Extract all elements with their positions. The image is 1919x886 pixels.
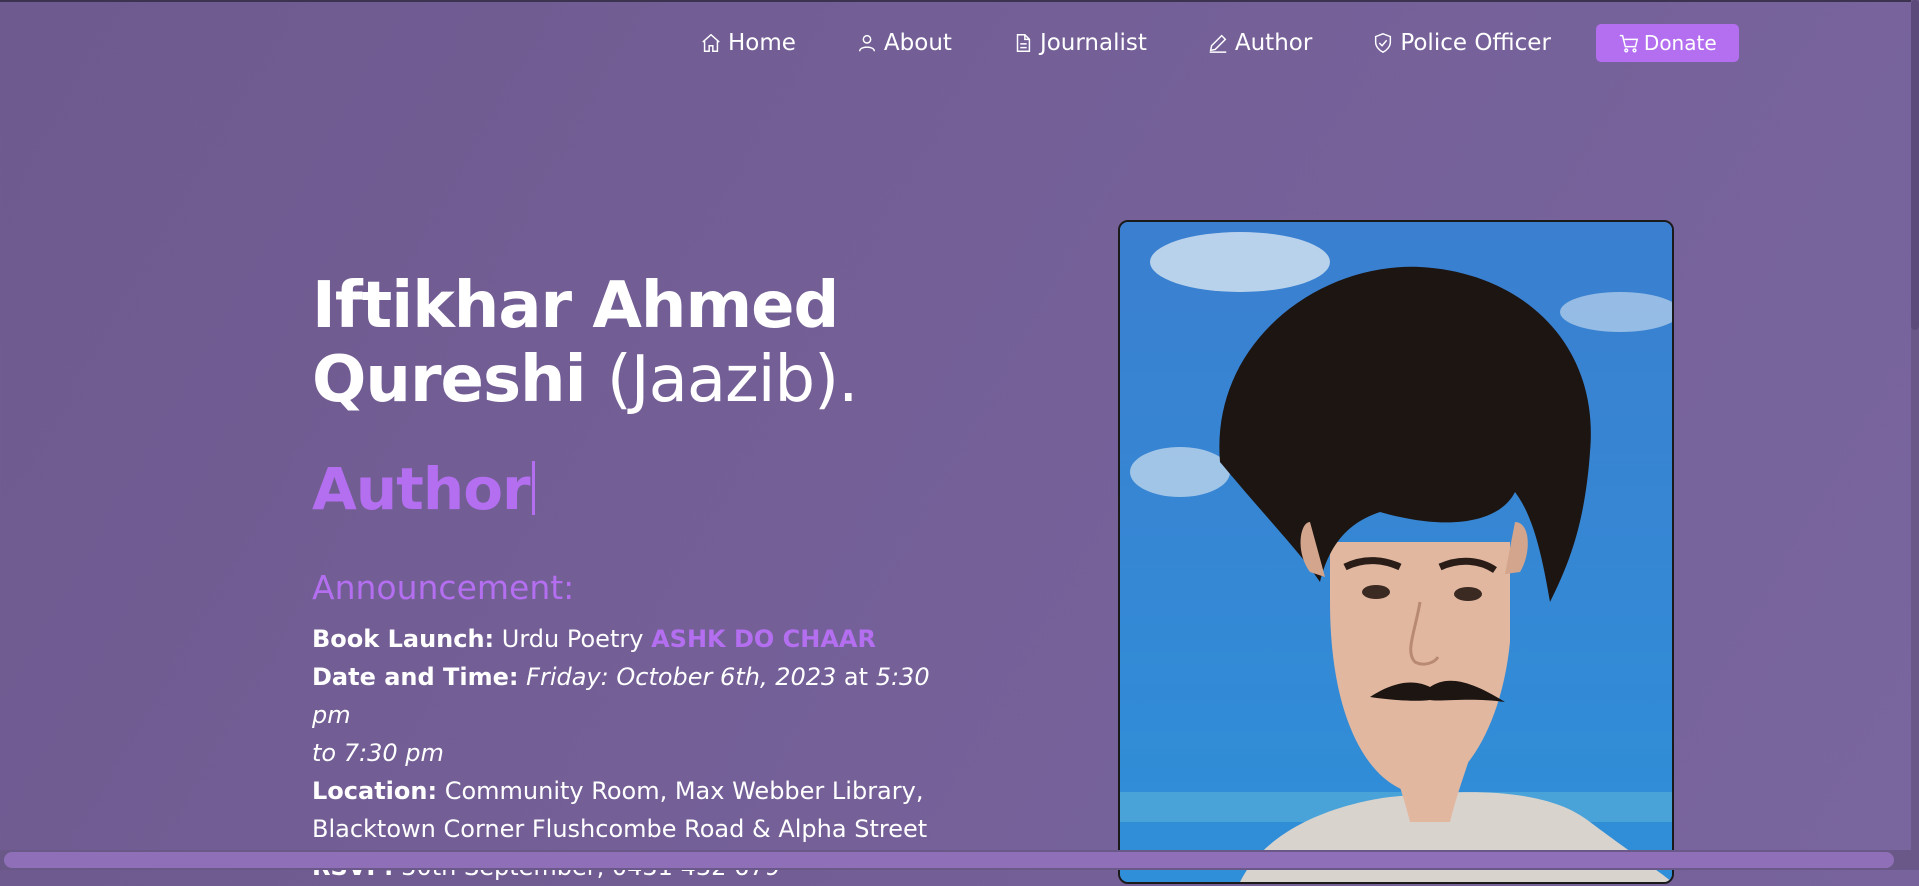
shield-icon [1375, 33, 1392, 53]
nav-police-officer-label: Police Officer [1400, 30, 1551, 56]
hero-name-line2: Qureshi [312, 342, 587, 417]
hero-title: Iftikhar Ahmed Qureshi (Jaazib). [312, 269, 859, 417]
portrait-illustration [1120, 222, 1672, 882]
nav-home[interactable]: Home [700, 30, 796, 56]
nav-journalist[interactable]: Journalist [1012, 30, 1147, 56]
nav-police-officer[interactable]: Police Officer [1372, 30, 1551, 56]
location-line: Location: Community Room, Max Webber Lib… [312, 772, 932, 848]
pencil-icon [1209, 34, 1227, 53]
nav-about[interactable]: About [856, 30, 952, 56]
book-launch-text: Urdu Poetry [501, 625, 644, 653]
cart-icon [1619, 34, 1639, 53]
document-icon [1016, 34, 1031, 52]
book-launch-line: Book Launch: Urdu Poetry ASHK DO CHAAR [312, 620, 932, 658]
vertical-scrollbar-thumb[interactable] [1911, 0, 1919, 330]
horizontal-scrollbar-thumb[interactable] [4, 852, 1894, 868]
nav-journalist-label: Journalist [1039, 30, 1147, 56]
home-icon [702, 33, 720, 52]
author-portrait [1118, 220, 1674, 884]
main-nav: Home About Journalist Author Police Offi… [700, 22, 1739, 64]
nav-home-label: Home [728, 30, 796, 56]
date-value: Friday: October 6th, 2023 [526, 663, 837, 691]
date-line: Date and Time: Friday: October 6th, 2023… [312, 658, 932, 772]
user-icon [858, 34, 875, 52]
top-border [0, 0, 1919, 2]
at-text: at [843, 663, 869, 691]
location-label: Location: [312, 777, 438, 805]
nav-author[interactable]: Author [1207, 30, 1312, 56]
hero-role-text: Author [312, 455, 531, 523]
book-launch-label: Book Launch: [312, 625, 495, 653]
announcement-heading: Announcement: [312, 568, 575, 607]
donate-button[interactable]: Donate [1595, 24, 1739, 62]
location-line2: Blacktown Corner Flushcombe Road & Alpha… [312, 815, 928, 843]
book-title: ASHK DO CHAAR [651, 625, 876, 653]
typing-cursor [531, 461, 535, 515]
hero-alias: (Jaazib). [606, 342, 859, 417]
time-end: to 7:30 pm [312, 739, 444, 767]
hero-role: Author [312, 455, 535, 523]
nav-about-label: About [883, 30, 952, 56]
date-label: Date and Time: [312, 663, 519, 691]
location-line1: Community Room, Max Webber Library, [444, 777, 924, 805]
announcement-body: Book Launch: Urdu Poetry ASHK DO CHAAR D… [312, 620, 932, 886]
nav-author-label: Author [1234, 30, 1313, 56]
donate-label: Donate [1643, 31, 1717, 55]
hero-name-line1: Iftikhar Ahmed [312, 269, 839, 343]
